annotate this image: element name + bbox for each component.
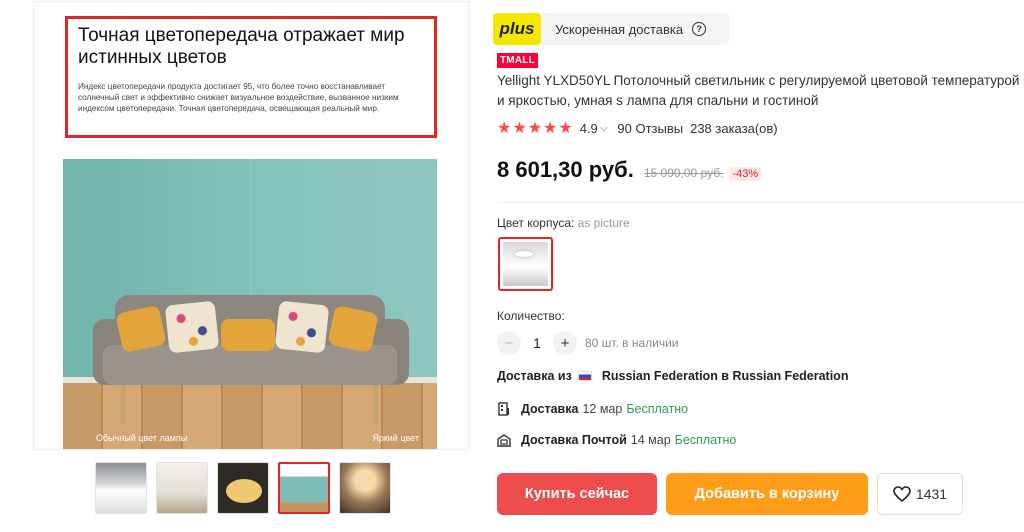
favorites-count: 1431 [915,486,948,502]
sofa-leg [121,383,126,423]
color-value: as picture [577,216,630,230]
delivery-label: Доставка [521,402,579,416]
thumbnail-3[interactable] [217,462,269,514]
color-label: Цвет корпуса: as picture [497,216,630,230]
old-price: 15 090,00 руб. [643,166,724,180]
add-to-favorites-button[interactable]: 1431 [877,473,963,515]
reviews-link[interactable]: 90 Отзывы [617,121,683,136]
buy-now-button[interactable]: Купить сейчас [497,473,657,515]
swatch-image [503,242,548,286]
tmall-badge: TMALL [497,53,538,68]
heart-icon [893,486,911,502]
rating-row: ★★★★★ 4.9 ⌵ 90 Отзывы 238 заказа(ов) [497,118,778,138]
ship-from-row: Доставка из Russian Federation в Russian… [497,369,848,383]
sofa-leg [373,383,378,423]
quantity-value[interactable]: 1 [521,335,553,351]
price-row: 8 601,30 руб. 15 090,00 руб. -43% [497,157,762,183]
thumbnail-4-selected[interactable] [278,462,330,514]
ship-from-label: Доставка из [497,369,572,383]
pillow [221,319,275,351]
color-label-text: Цвет корпуса: [497,216,575,230]
building-icon [497,402,511,416]
delivery-price: Бесплатно [626,402,689,416]
plus-delivery-text: Ускоренная доставка [555,21,684,37]
rating-stars-icon: ★★★★★ [497,120,574,137]
thumbnail-2[interactable] [156,462,208,514]
discount-badge: -43% [729,167,762,181]
help-icon[interactable]: ? [692,22,707,36]
russia-flag-icon [577,371,592,381]
add-to-cart-button[interactable]: Добавить в корзину [666,473,868,515]
callout-text: Индекс цветопередачи продукта достигает … [78,82,399,113]
post-office-icon [497,433,511,447]
ship-from-value: Russian Federation в Russian Federation [601,369,849,383]
pillow [164,300,220,354]
delivery-option-post: Доставка Почтой 14 мар Бесплатно [497,433,736,447]
chevron-down-icon[interactable]: ⌵ [600,123,608,134]
caption-normal-light: Обычный цвет лампы [96,433,188,443]
delivery-option-courier: Доставка 12 мар Бесплатно [497,402,688,416]
caption-bright-light: Яркий цвет [372,433,419,443]
current-price: 8 601,30 руб. [497,157,634,182]
stock-count: 80 шт. в наличии [585,336,679,350]
callout-title: Точная цветопередача отражает мир истинн… [78,25,405,68]
quantity-stepper: − 1 + 80 шт. в наличии [497,331,679,355]
quantity-plus-button[interactable]: + [553,331,577,355]
divider [497,202,1024,203]
orders-count: 238 заказа(ов) [690,120,778,136]
pillow [274,300,330,354]
color-swatch-selected[interactable] [498,237,553,291]
sofa-seat [103,345,397,385]
plus-delivery-banner[interactable]: plus Ускоренная доставка ? [493,13,729,45]
thumbnail-strip [95,462,391,514]
main-product-image[interactable]: Точная цветопередача отражает мир истинн… [33,1,469,450]
rating-value[interactable]: 4.9 [580,121,598,136]
post-delivery-label: Доставка Почтой [521,433,627,447]
product-title: Yellight YLXD50YL Потолочный светильник … [497,73,1020,108]
plus-logo: plus [493,13,541,45]
post-delivery-date: 14 мар [630,433,671,447]
thumbnail-5[interactable] [339,462,391,514]
feature-callout: Точная цветопередача отражает мир истинн… [65,16,437,138]
delivery-date: 12 мар [582,402,623,416]
post-delivery-price: Бесплатно [674,433,737,447]
thumbnail-1[interactable] [95,462,147,514]
quantity-minus-button[interactable]: − [497,331,521,355]
room-photo: Обычный цвет лампы Яркий цвет [63,159,437,449]
quantity-label: Количество: [497,309,565,323]
